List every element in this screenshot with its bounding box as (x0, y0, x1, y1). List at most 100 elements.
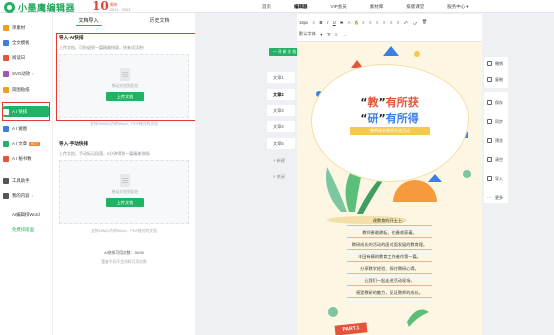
indent-button[interactable]: ≡ (390, 20, 392, 25)
chevron-down-icon[interactable]: ▾ (320, 32, 322, 37)
sync-icon (487, 119, 492, 124)
font-family-select[interactable]: 默认字体 (299, 31, 316, 37)
free-layout-link[interactable]: 免费排版面 (12, 227, 34, 233)
bold-button[interactable]: B (320, 20, 323, 25)
italic-button[interactable]: I (327, 20, 328, 25)
new-document-tag[interactable]: 一 开 新 文 档 (269, 48, 301, 56)
line-height-button[interactable]: ≡ (313, 20, 315, 25)
outdent-button[interactable]: ≡ (397, 20, 399, 25)
anniversary-number: 10 (92, 0, 109, 13)
import-rail-button[interactable]: 导入 (484, 173, 508, 184)
doc-tab-4[interactable]: 文章4 (267, 121, 295, 132)
nav-materials[interactable]: 素材库 (370, 4, 384, 10)
more-icon: ⋯ (487, 195, 491, 200)
rail-label: 导入 (495, 175, 503, 181)
tab-document-import[interactable]: 文档导入 (53, 16, 124, 26)
sidebar-item-svg-effects[interactable]: SVG动效 › (3, 68, 49, 79)
sync-rail-button[interactable]: 同步 (484, 116, 508, 127)
material-icon (3, 24, 9, 31)
undo-icon[interactable]: ⤺ (404, 20, 408, 25)
editor-toolbar: 16px ≡ B I U S A A ≡ ≡ ≡ ≡ ≡ ≡ ⤺ ⤻ 🗑 默认字… (297, 14, 482, 42)
align-justify-button[interactable]: ≡ (383, 20, 385, 25)
undo-rail-button[interactable]: 撤销 (484, 58, 508, 69)
poem-underline (347, 285, 432, 286)
sidebar-item-ai-article[interactable]: A I 文章 HOT (3, 138, 49, 149)
poem-underline (347, 273, 432, 274)
sidebar-item-label: A I 秘书数 (12, 155, 32, 161)
clear-rail-button[interactable]: 清空 (484, 154, 508, 165)
font-size-select[interactable]: 16px (299, 20, 308, 25)
toolbar-row-2: 默认字体 ▾ Tr ≡ … (299, 29, 351, 39)
align-right-button[interactable]: ≡ (376, 20, 378, 25)
document-page[interactable]: “教”有所获 “研”有所得 教师成长教研交流活动 改教育的开土上， 教师勇敢耕耘… (297, 42, 482, 335)
highlight-color-button[interactable]: A (354, 19, 358, 25)
chevron-right-icon: › (32, 71, 34, 76)
poem-underline (347, 297, 432, 298)
rail-label: 清空 (495, 156, 503, 162)
preview-rail-button[interactable]: 预览 (484, 135, 508, 146)
rail-label: 保存 (495, 99, 503, 105)
highlight-frame-ai-import (56, 33, 202, 121)
new-doc-button[interactable]: + 新建 (267, 155, 295, 166)
tab-history-documents[interactable]: 历史文档 (124, 16, 195, 26)
align-center-button[interactable]: ≡ (369, 20, 371, 25)
doc-tab-2[interactable]: 文章2 (267, 89, 295, 100)
manual-import-section: 导入-手动快排 上传文档，手动标记段落，5分钟得到一篇精美排版! (59, 141, 189, 157)
clear-format-button[interactable]: Tr (327, 32, 331, 37)
anniversary-badge: 10 周年 2011 - 2021 (92, 0, 131, 13)
doc-tab-5[interactable]: 文章5 (267, 138, 295, 149)
import-icon (487, 176, 492, 181)
ai-word-link[interactable]: AI编辑排Word (12, 212, 40, 218)
sticker-icon (3, 86, 9, 93)
nav-vip[interactable]: VIP会员 (331, 4, 347, 10)
sidebar-item-stickers[interactable]: 简图贴纸 (3, 84, 49, 95)
highlight-frame-sidebar (2, 102, 50, 121)
manual-upload-dropzone[interactable]: 拖动文档到此处 上传文档 (59, 160, 189, 224)
poem-underline (347, 249, 432, 250)
manual-upload-button[interactable]: 上传文档 (106, 198, 144, 207)
doc-tab-3[interactable]: 文章3 (267, 105, 295, 116)
poem-underline (347, 237, 432, 238)
top-bar: 小墨鹰编辑器 10 周年 2011 - 2021 首页 编辑器 VIP会员 素材… (0, 0, 554, 13)
redo-icon[interactable]: ⤻ (413, 20, 417, 25)
import-panel-tabs: 文档导入 历史文档 (53, 16, 196, 26)
rail-label: 预览 (495, 137, 503, 143)
strikethrough-button[interactable]: S (340, 20, 343, 25)
list-button[interactable]: ≡ (335, 32, 337, 37)
nav-courses[interactable]: 排版课堂 (406, 4, 424, 10)
rail-label: 更多 (495, 194, 503, 200)
anniversary-years: 2011 - 2021 (109, 6, 131, 12)
sidebar-item-reading-day[interactable]: 阅读日 (3, 52, 49, 63)
more-tools-button[interactable]: … (342, 32, 346, 37)
sidebar-item-label: SVG动效 (12, 70, 31, 76)
more-rail-button[interactable]: ⋯ 更多 (484, 192, 508, 203)
sidebar-item-ai-image[interactable]: A I 做图 (3, 123, 49, 134)
ai-image-icon (3, 125, 9, 132)
manual-import-desc: 上传文档，手动标记段落，5分钟得到一篇精美排版! (59, 151, 151, 156)
poem-line-5: 分享教学经验、探讨教研心得。 (360, 266, 419, 271)
align-left-button[interactable]: ≡ (362, 20, 364, 25)
sidebar-item-tools[interactable]: 工具助手 (3, 175, 49, 186)
sidebar-item-templates[interactable]: 全文模板 (3, 37, 49, 48)
sidebar-item-label: 我的内容 (12, 192, 30, 198)
copy-rail-button[interactable]: 复制 (484, 74, 508, 85)
subtitle-band: 教师成长教研交流活动 (350, 127, 430, 135)
sidebar-item-single-material[interactable]: 单素材 (3, 22, 49, 33)
template-icon (3, 39, 9, 46)
doc-tab-1[interactable]: 文章1 (267, 72, 295, 83)
underline-button[interactable]: U (333, 20, 336, 25)
sidebar-item-my-content[interactable]: 我的内容 › (3, 190, 49, 201)
sidebar-item-label: 阅读日 (12, 54, 26, 60)
close-doc-button[interactable]: × 关闭 (267, 171, 295, 182)
save-rail-button[interactable]: 保存 (484, 97, 508, 108)
nav-editor[interactable]: 编辑器 (294, 4, 308, 10)
nav-home[interactable]: 首页 (262, 4, 271, 10)
rail-label: 同步 (495, 118, 503, 124)
ai-support-note: 支持200M以内的Word、PDF格式的文档 (90, 122, 158, 126)
sidebar-item-ai-secretary[interactable]: A I 秘书数 (3, 153, 49, 164)
font-color-button[interactable]: A (348, 20, 351, 25)
trash-icon[interactable]: 🗑 (422, 19, 427, 25)
tools-icon (3, 177, 9, 184)
manual-support-note: 支持20M以内的Word、PDF格式的文档 (91, 229, 157, 233)
nav-service-center[interactable]: 服务中心 ▾ (447, 4, 468, 10)
